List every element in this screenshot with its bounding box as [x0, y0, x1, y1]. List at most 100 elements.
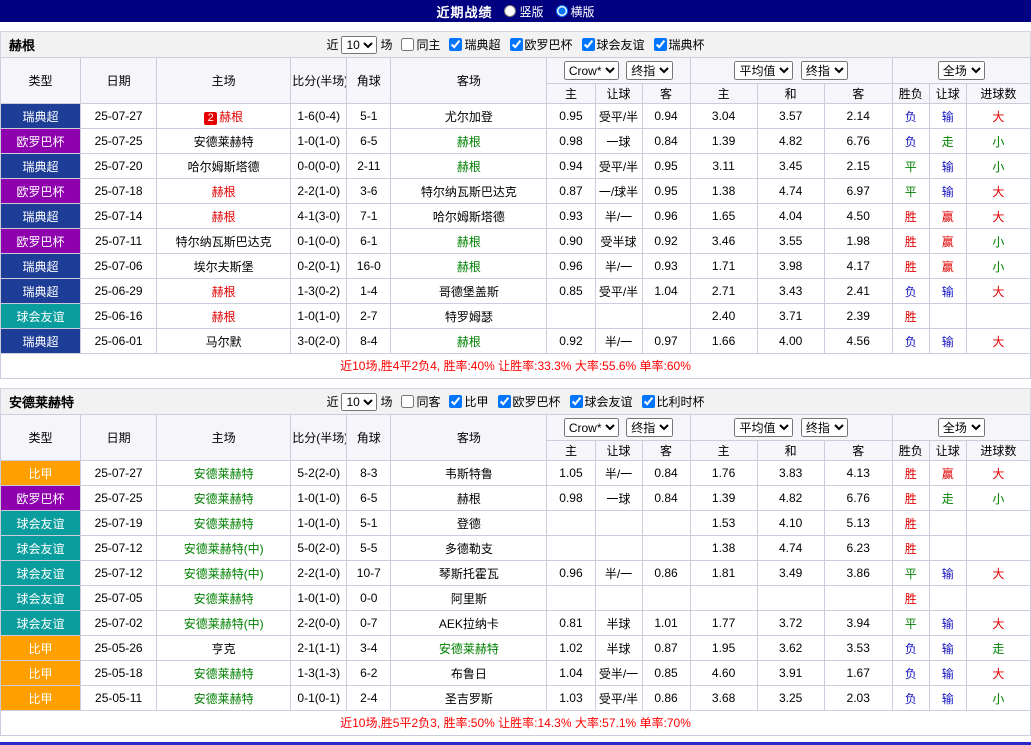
bookmaker-select[interactable]: Crow*: [564, 418, 619, 437]
home-team-name[interactable]: 赫根: [212, 285, 236, 299]
away-team-name[interactable]: 尤尔加登: [445, 110, 493, 124]
handicap-home-odds: 0.81: [547, 611, 595, 636]
corner-score-cell: 5-5: [347, 536, 391, 561]
league-filter-option[interactable]: 欧罗巴杯: [510, 36, 573, 53]
league-filter-option[interactable]: 比甲: [449, 393, 488, 410]
away-team-name[interactable]: 登德: [457, 517, 481, 531]
home-team-name[interactable]: 埃尔夫斯堡: [194, 260, 254, 274]
home-team-name[interactable]: 安德莱赫特(中): [184, 542, 264, 556]
league-filter-checkbox[interactable]: [582, 38, 595, 51]
league-filter-checkbox[interactable]: [654, 38, 667, 51]
league-filter-checkbox[interactable]: [498, 395, 511, 408]
result-goals: 小: [966, 686, 1030, 711]
away-team-name[interactable]: 哈尔姆斯塔德: [433, 210, 505, 224]
league-filter-checkbox[interactable]: [570, 395, 583, 408]
layout-option-horizontal[interactable]: 横版: [556, 3, 595, 20]
home-team-name[interactable]: 特尔纳瓦斯巴达克: [176, 235, 272, 249]
avg-stage-select[interactable]: 终指: [801, 418, 848, 437]
away-team-name[interactable]: 赫根: [457, 235, 481, 249]
avg-away-odds: [824, 586, 892, 611]
subcol-result-goals: 进球数: [966, 84, 1030, 104]
subcol-odds-away: 客: [642, 84, 690, 104]
handicap-line: 一/球半: [595, 179, 642, 204]
handicap-away-odds: 0.97: [642, 329, 690, 354]
match-date: 25-06-01: [81, 329, 157, 354]
home-team-name[interactable]: 安德莱赫特: [194, 135, 254, 149]
same-venue-option[interactable]: 同客: [401, 393, 440, 410]
away-team-name[interactable]: 特罗姆瑟: [445, 310, 493, 324]
handicap-stage-select[interactable]: 终指: [626, 418, 673, 437]
average-odds-select[interactable]: 平均值: [734, 418, 793, 437]
league-filter-option[interactable]: 欧罗巴杯: [498, 393, 561, 410]
away-team-name[interactable]: 安德莱赫特: [439, 642, 499, 656]
home-team-cell: 安德莱赫特(中): [157, 536, 291, 561]
home-team-name[interactable]: 赫根: [212, 185, 236, 199]
result-goals: 小: [966, 486, 1030, 511]
league-filter-option[interactable]: 球会友谊: [582, 36, 645, 53]
score-cell: 0-1(0-0): [291, 229, 347, 254]
away-team-name[interactable]: 韦斯特鲁: [445, 467, 493, 481]
league-filter-option[interactable]: 瑞典杯: [654, 36, 705, 53]
corner-score-cell: 6-5: [347, 129, 391, 154]
league-filter-checkbox[interactable]: [449, 395, 462, 408]
home-team-name[interactable]: 安德莱赫特: [194, 517, 254, 531]
avg-stage-select[interactable]: 终指: [801, 61, 848, 80]
away-team-name[interactable]: 多德勒支: [445, 542, 493, 556]
home-team-name[interactable]: 赫根: [212, 210, 236, 224]
scope-select[interactable]: 全场: [938, 418, 985, 437]
away-team-name[interactable]: 圣吉罗斯: [445, 692, 493, 706]
home-team-name[interactable]: 赫根: [212, 310, 236, 324]
home-team-name[interactable]: 安德莱赫特(中): [184, 567, 264, 581]
scope-select[interactable]: 全场: [938, 61, 985, 80]
away-team-name[interactable]: AEK拉纳卡: [439, 617, 499, 631]
match-count-select[interactable]: 10: [341, 393, 377, 411]
league-filter-checkbox[interactable]: [449, 38, 462, 51]
away-team-name[interactable]: 赫根: [457, 260, 481, 274]
home-team-name[interactable]: 亨克: [212, 642, 236, 656]
away-team-name[interactable]: 特尔纳瓦斯巴达克: [421, 185, 517, 199]
home-team-name[interactable]: 马尔默: [206, 335, 242, 349]
away-team-name[interactable]: 布鲁日: [451, 667, 487, 681]
away-team-name[interactable]: 琴斯托霍瓦: [439, 567, 499, 581]
match-count-select[interactable]: 10: [341, 36, 377, 54]
score-cell: 1-0(1-0): [291, 486, 347, 511]
home-team-name[interactable]: 安德莱赫特(中): [184, 617, 264, 631]
home-team-cell: 马尔默: [157, 329, 291, 354]
home-team-name[interactable]: 赫根: [219, 110, 243, 124]
result-wdl: 负: [892, 661, 929, 686]
average-odds-select[interactable]: 平均值: [734, 61, 793, 80]
home-team-name[interactable]: 安德莱赫特: [194, 467, 254, 481]
same-venue-checkbox[interactable]: [401, 395, 414, 408]
result-goals: 大: [966, 204, 1030, 229]
handicap-away-odds: 0.84: [642, 461, 690, 486]
match-row: 欧罗巴杯25-07-25安德莱赫特1-0(1-0)6-5赫根0.98一球0.84…: [1, 486, 1031, 511]
layout-option-vertical[interactable]: 竖版: [504, 3, 543, 20]
home-team-name[interactable]: 哈尔姆斯塔德: [188, 160, 260, 174]
home-team-name[interactable]: 安德莱赫特: [194, 592, 254, 606]
home-team-name[interactable]: 安德莱赫特: [194, 667, 254, 681]
away-team-name[interactable]: 赫根: [457, 135, 481, 149]
away-team-name[interactable]: 哥德堡盖斯: [439, 285, 499, 299]
league-type-badge: 欧罗巴杯: [1, 129, 81, 154]
bookmaker-select[interactable]: Crow*: [564, 61, 619, 80]
league-filter-option[interactable]: 瑞典超: [449, 36, 500, 53]
league-filter-checkbox[interactable]: [510, 38, 523, 51]
same-venue-checkbox[interactable]: [401, 38, 414, 51]
home-team-cell: 安德莱赫特: [157, 486, 291, 511]
away-team-name[interactable]: 阿里斯: [451, 592, 487, 606]
league-filter-checkbox[interactable]: [642, 395, 655, 408]
home-team-name[interactable]: 安德莱赫特: [194, 692, 254, 706]
away-team-name[interactable]: 赫根: [457, 335, 481, 349]
same-venue-option[interactable]: 同主: [401, 36, 440, 53]
horizontal-layout-radio[interactable]: [556, 5, 568, 17]
league-filter-option[interactable]: 比利时杯: [642, 393, 705, 410]
subcol-odds-line: 让球: [595, 441, 642, 461]
result-handicap: [929, 304, 966, 329]
handicap-line: [595, 586, 642, 611]
away-team-name[interactable]: 赫根: [457, 160, 481, 174]
home-team-name[interactable]: 安德莱赫特: [194, 492, 254, 506]
away-team-name[interactable]: 赫根: [457, 492, 481, 506]
league-filter-option[interactable]: 球会友谊: [570, 393, 633, 410]
vertical-layout-radio[interactable]: [504, 5, 516, 17]
handicap-stage-select[interactable]: 终指: [626, 61, 673, 80]
